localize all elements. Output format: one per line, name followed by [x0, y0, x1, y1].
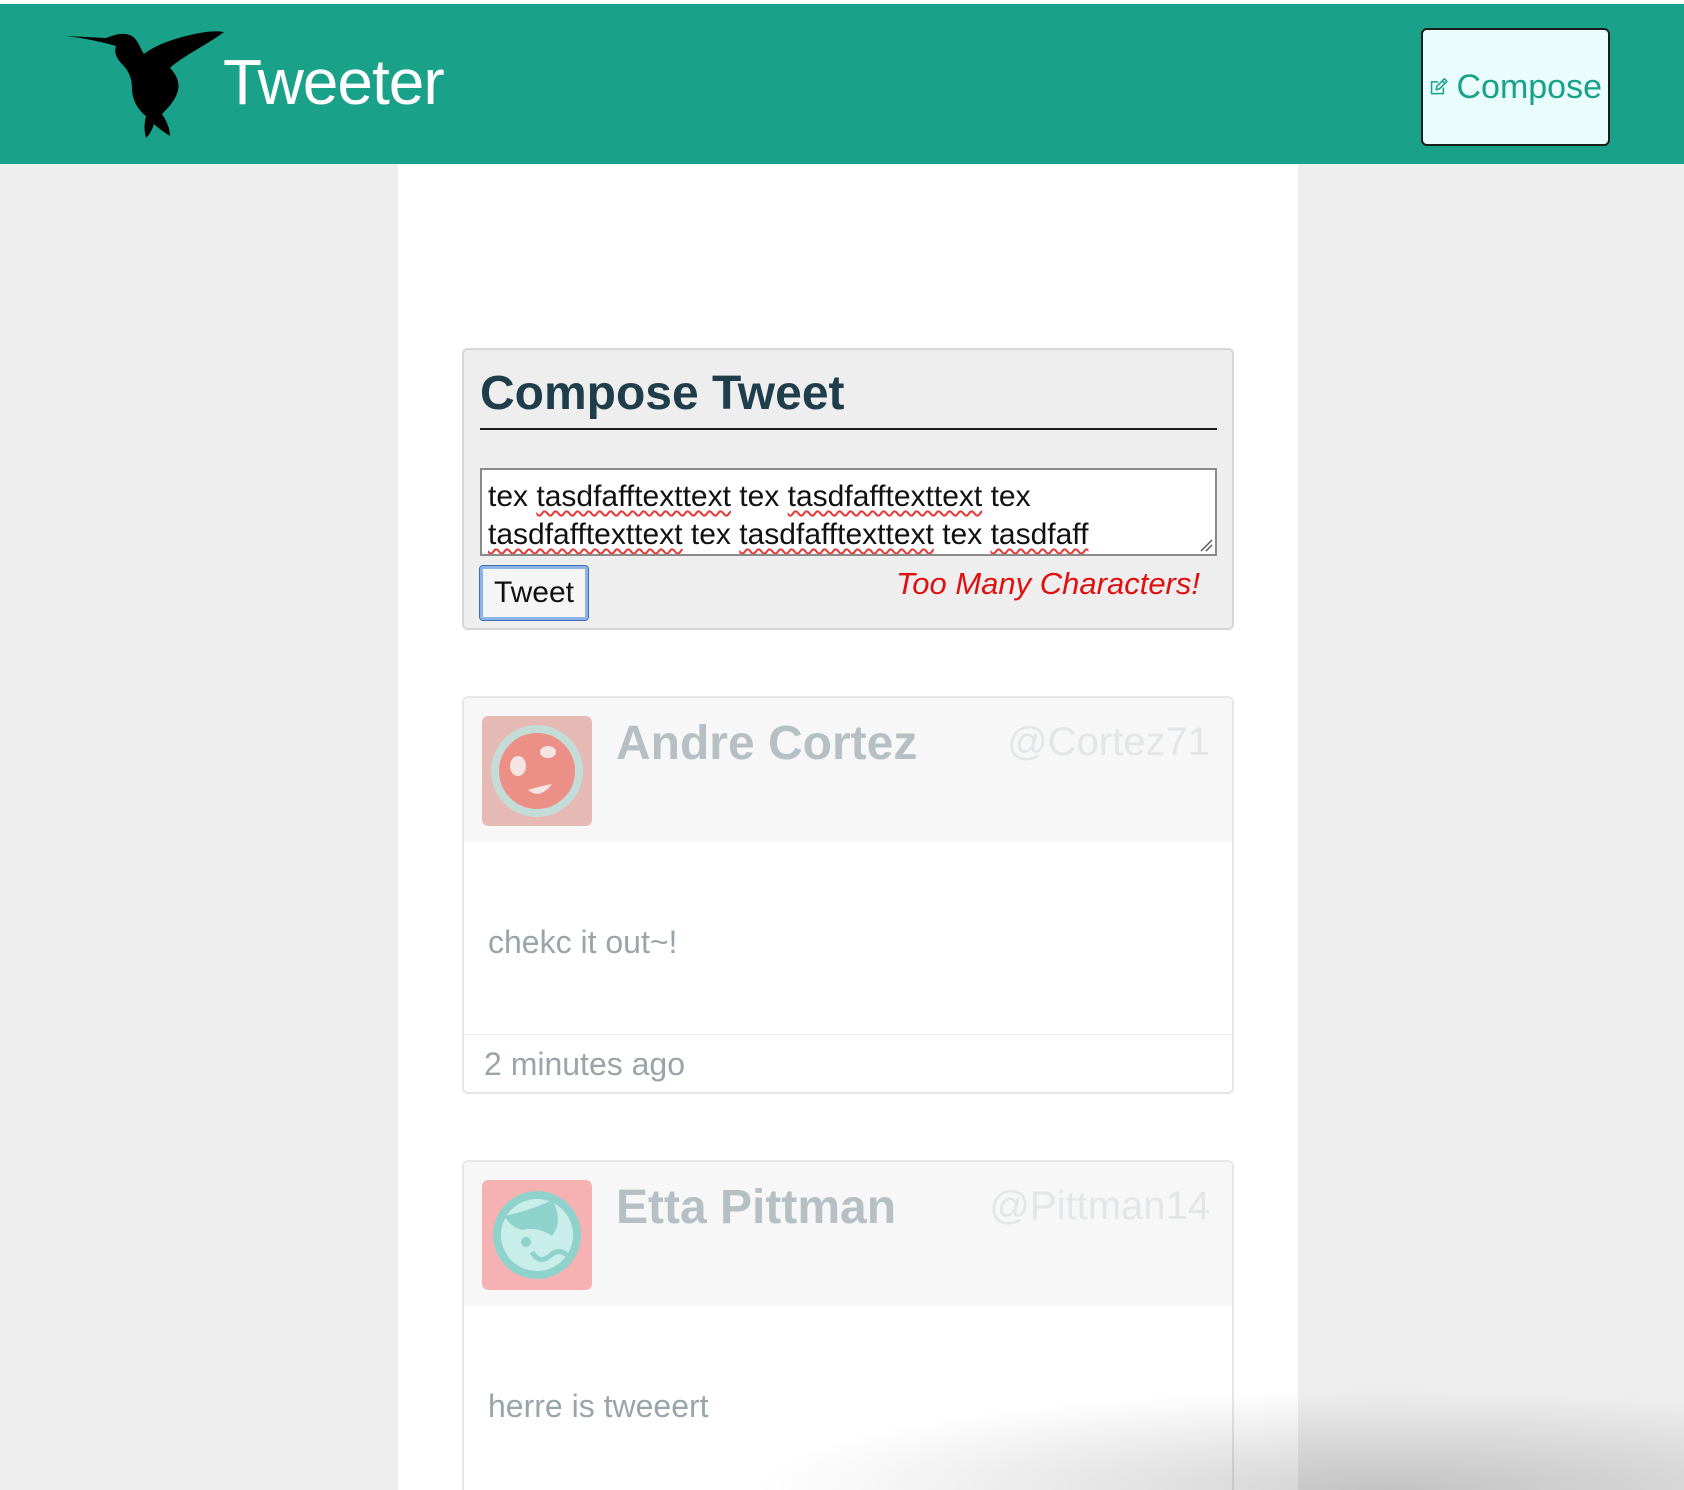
- tweet-author-handle: @Cortez71: [1007, 720, 1210, 764]
- tweet-card: Andre Cortez @Cortez71 chekc it out~! 2 …: [462, 696, 1234, 1094]
- hummingbird-logo-icon: [66, 31, 224, 139]
- tweet-body: herre is tweeert: [488, 1388, 709, 1424]
- tweet-timestamp: 2 minutes ago: [484, 1046, 686, 1082]
- line-2: tasdfafftexttext tex tasdfafftexttext te…: [488, 518, 1089, 551]
- compose-button-label: Compose: [1456, 67, 1602, 106]
- tweet-text-input[interactable]: tex tasdfafftexttext tex tasdfafftexttex…: [480, 468, 1217, 556]
- navbar: Tweeter Compose: [0, 4, 1684, 164]
- tweet-body: chekc it out~!: [488, 924, 678, 960]
- tweet-card: Etta Pittman @Pittman14 herre is tweeert: [462, 1160, 1234, 1490]
- tweet-header: Andre Cortez @Cortez71: [464, 698, 1232, 842]
- main-container: Compose Tweet tex tasdfafftexttext tex t…: [398, 164, 1298, 1490]
- avatar-icon: [482, 1180, 592, 1290]
- tweet-submit-button[interactable]: Tweet: [479, 565, 589, 621]
- avatar-icon: [482, 716, 592, 826]
- compose-tweet-title: Compose Tweet: [480, 367, 845, 420]
- compose-button[interactable]: Compose: [1421, 28, 1610, 146]
- resize-grip-icon[interactable]: [1199, 538, 1213, 552]
- char-limit-error: Too Many Characters!: [896, 566, 1200, 601]
- tweet-author-handle: @Pittman14: [989, 1184, 1210, 1228]
- tweet-author-name: Andre Cortez: [616, 717, 918, 770]
- compose-tweet-panel: Compose Tweet tex tasdfafftexttext tex t…: [462, 348, 1234, 630]
- tweet-header: Etta Pittman @Pittman14: [464, 1162, 1232, 1306]
- tweet-footer-divider: [464, 1034, 1232, 1035]
- line-1: tex tasdfafftexttext tex tasdfafftexttex…: [488, 480, 1031, 513]
- title-divider: [480, 428, 1217, 430]
- edit-icon: [1430, 78, 1448, 95]
- brand-title: Tweeter: [223, 46, 445, 118]
- tweet-author-name: Etta Pittman: [616, 1181, 897, 1234]
